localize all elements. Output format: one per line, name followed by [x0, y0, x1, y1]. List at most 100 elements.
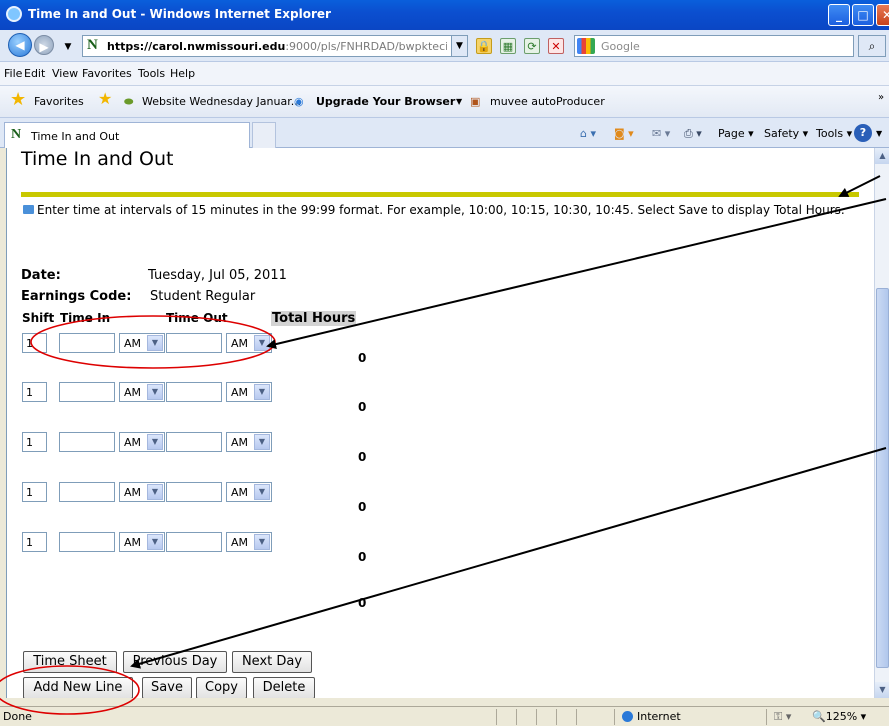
row-total-hours: 0 [358, 400, 367, 414]
delete-button[interactable]: Delete [253, 677, 315, 698]
print-icon[interactable]: ⎙ ▾ [684, 127, 702, 141]
date-label: Date: [21, 268, 61, 283]
tools-menu[interactable]: Tools ▾ [816, 127, 852, 140]
favorite-website-wednesday[interactable]: Website Wednesday Januar... [142, 95, 301, 108]
time-out-ampm-select[interactable]: AM ▼ [226, 532, 272, 552]
help-icon[interactable]: ? [854, 124, 872, 142]
time-out-ampm-select[interactable]: AM ▼ [226, 333, 272, 353]
menu-file[interactable]: File [4, 67, 22, 80]
favorite-upgrade-browser[interactable]: Upgrade Your Browser [316, 95, 455, 108]
time-in-input[interactable] [59, 482, 115, 502]
shift-input[interactable]: 1 [22, 432, 47, 452]
previous-day-button[interactable]: Previous Day [123, 651, 227, 673]
security-zone[interactable]: Internet [622, 710, 681, 723]
time-in-input[interactable] [59, 532, 115, 552]
minimize-button[interactable]: _ [828, 4, 850, 26]
dropdown-arrow-icon[interactable]: ▼ [456, 97, 462, 106]
ampm-value: AM [231, 386, 249, 399]
time-in-input[interactable] [59, 432, 115, 452]
stop-icon[interactable]: ✕ [548, 38, 564, 54]
menu-edit[interactable]: Edit [24, 67, 45, 80]
protected-mode-icon[interactable]: ⚿ ▾ [774, 710, 791, 724]
time-in-ampm-select[interactable]: AM ▼ [119, 482, 165, 502]
scroll-up-icon[interactable]: ▲ [875, 148, 889, 164]
new-tab-button[interactable] [252, 122, 276, 148]
next-day-button[interactable]: Next Day [232, 651, 312, 673]
time-out-input[interactable] [166, 333, 222, 353]
chevron-down-icon: ▼ [147, 335, 163, 351]
forward-button[interactable]: ▶ [34, 35, 54, 55]
row-total-hours: 0 [358, 450, 367, 464]
favorite-muvee[interactable]: muvee autoProducer [490, 95, 605, 108]
time-out-input[interactable] [166, 432, 222, 452]
ampm-value: AM [124, 436, 142, 449]
google-icon [577, 38, 595, 54]
time-sheet-button[interactable]: Time Sheet [23, 651, 117, 673]
search-box[interactable]: Google [574, 35, 854, 57]
compatibility-icon[interactable]: ▦ [500, 38, 516, 54]
menu-view[interactable]: View [52, 67, 78, 80]
history-dropdown-icon[interactable]: ▼ [60, 39, 76, 55]
header-time-out: Time Out [166, 311, 228, 325]
grand-total-hours: 0 [358, 596, 367, 610]
chevron-more-icon[interactable]: » [878, 92, 884, 103]
add-new-line-button[interactable]: Add New Line [23, 677, 133, 698]
search-icon[interactable]: ⌕ [858, 35, 886, 57]
vertical-scrollbar[interactable]: ▲ ▼ [874, 148, 889, 698]
mail-icon[interactable]: ✉ ▾ [652, 127, 670, 140]
time-out-ampm-select[interactable]: AM ▼ [226, 382, 272, 402]
chevron-down-icon: ▼ [254, 434, 270, 450]
time-in-ampm-select[interactable]: AM ▼ [119, 333, 165, 353]
title-bar: Time In and Out - Windows Internet Explo… [0, 0, 889, 30]
tools-menu-label: Tools [816, 127, 844, 140]
add-favorite-icon[interactable]: ★ [98, 89, 112, 108]
time-out-input[interactable] [166, 532, 222, 552]
header-time-in: Time In [60, 311, 111, 325]
favorites-button[interactable]: Favorites [34, 95, 84, 108]
shift-input[interactable]: 1 [22, 382, 47, 402]
menu-tools[interactable]: Tools [138, 67, 165, 80]
refresh-icon[interactable]: ⟳ [524, 38, 540, 54]
lock-icon[interactable]: 🔒 [476, 38, 492, 54]
tab-label: Time In and Out [31, 130, 120, 143]
status-text: Done [3, 710, 32, 723]
time-out-input[interactable] [166, 382, 222, 402]
chevron-down-icon: ▼ [147, 384, 163, 400]
header-shift: Shift [22, 311, 55, 325]
page-menu[interactable]: Page ▾ [718, 127, 754, 140]
address-dropdown-icon[interactable]: ▼ [451, 36, 467, 56]
menu-help[interactable]: Help [170, 67, 195, 80]
home-icon[interactable]: ⌂ ▾ [580, 127, 596, 140]
menu-favorites[interactable]: Favorites [82, 67, 132, 80]
time-out-input[interactable] [166, 482, 222, 502]
zoom-level[interactable]: 🔍125% ▾ [812, 710, 866, 723]
shift-input[interactable]: 1 [22, 482, 47, 502]
scroll-thumb[interactable] [876, 288, 889, 668]
address-bar[interactable]: N https://carol.nwmissouri.edu:9000/pls/… [82, 35, 468, 57]
help-dropdown-icon[interactable]: ▼ [876, 129, 882, 138]
time-out-ampm-select[interactable]: AM ▼ [226, 432, 272, 452]
copy-button[interactable]: Copy [196, 677, 247, 698]
favorites-star-icon[interactable]: ★ [10, 89, 26, 110]
back-button[interactable]: ◀ [8, 33, 32, 57]
ampm-value: AM [231, 536, 249, 549]
feeds-icon[interactable]: ◙ ▾ [614, 127, 634, 140]
close-button[interactable]: ✕ [876, 4, 889, 26]
safety-menu[interactable]: Safety ▾ [764, 127, 808, 140]
zone-label: Internet [637, 710, 681, 723]
scroll-down-icon[interactable]: ▼ [875, 682, 889, 698]
time-in-input[interactable] [59, 333, 115, 353]
earnings-code-value: Student Regular [150, 289, 256, 304]
tab-time-in-out[interactable]: N Time In and Out [4, 122, 250, 148]
time-out-ampm-select[interactable]: AM ▼ [226, 482, 272, 502]
time-in-input[interactable] [59, 382, 115, 402]
time-in-ampm-select[interactable]: AM ▼ [119, 382, 165, 402]
favorites-bar: ★ Favorites ★ ⬬ Website Wednesday Januar… [0, 86, 889, 118]
time-in-ampm-select[interactable]: AM ▼ [119, 432, 165, 452]
maximize-button[interactable]: □ [852, 4, 874, 26]
header-total-hours: Total Hours [271, 311, 357, 326]
shift-input[interactable]: 1 [22, 333, 47, 353]
shift-input[interactable]: 1 [22, 532, 47, 552]
time-in-ampm-select[interactable]: AM ▼ [119, 532, 165, 552]
save-button[interactable]: Save [142, 677, 192, 698]
